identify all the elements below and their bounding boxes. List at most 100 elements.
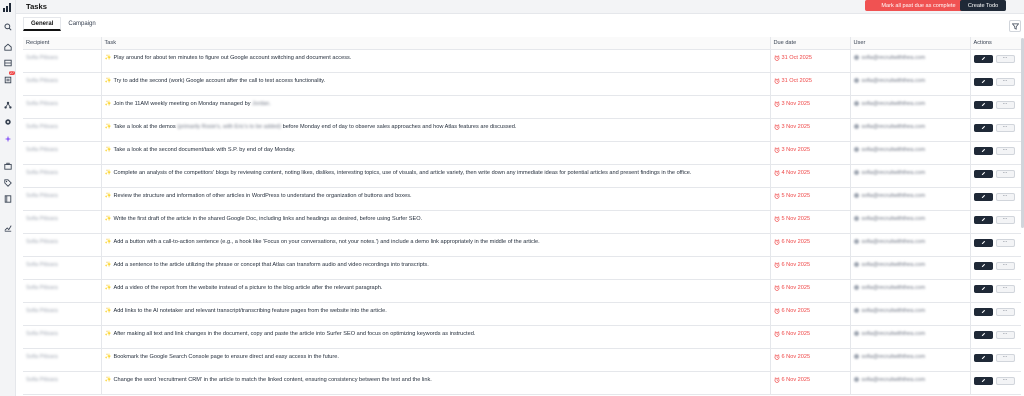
edit-button[interactable] — [973, 261, 993, 270]
column-header-recipient[interactable]: Recipient — [23, 37, 102, 50]
task-cell[interactable]: ✨ Add links to the AI notetaker and relev… — [101, 302, 771, 326]
column-header-due-date[interactable]: Due date — [770, 37, 851, 50]
table-row[interactable]: Sofia Pitisara ✨ Add a video of the report… — [23, 279, 1021, 303]
table-row[interactable]: Sofia Pitisara ✨ Take a look at the demos … — [23, 118, 1021, 142]
alarm-clock-icon — [774, 215, 779, 222]
edit-button[interactable] — [973, 284, 993, 293]
book-icon[interactable] — [3, 194, 13, 204]
mark-past-due-complete-button[interactable]: Mark all past due as complete — [865, 0, 972, 11]
more-options-button[interactable]: ··· — [995, 330, 1015, 339]
edit-button[interactable] — [973, 376, 993, 385]
table-row[interactable]: Sofia Pitisara ✨ Change the word 'recruitm… — [23, 371, 1021, 395]
edit-button[interactable] — [973, 215, 993, 224]
more-options-button[interactable]: ··· — [995, 100, 1015, 109]
user-cell: sofia@recruitwiththea.com — [850, 72, 971, 96]
task-cell[interactable]: ✨ Try to add the second (work) Google acc… — [101, 72, 771, 96]
table-row[interactable]: Sofia Pitisara ✨ Bookmark the Google Searc… — [23, 348, 1021, 372]
edit-button[interactable] — [973, 77, 993, 86]
task-cell[interactable]: ✨ Write the first draft of the article in… — [101, 210, 771, 234]
table-row[interactable]: Sofia Pitisara ✨ Take a look at the second… — [23, 141, 1021, 165]
user-email: sofia@recruitwiththea.com — [861, 261, 926, 268]
task-cell[interactable]: ✨ Play around for about ten minutes to fi… — [101, 49, 771, 73]
edit-button[interactable] — [973, 192, 993, 201]
table-row[interactable]: Sofia Pitisara ✨ Add a sentence to the art… — [23, 256, 1021, 280]
tab-general[interactable]: General — [23, 17, 62, 31]
actions-cell: ··· — [970, 325, 1021, 349]
create-todo-button[interactable]: Create Todo — [960, 0, 1006, 11]
inbox-icon[interactable] — [3, 58, 13, 68]
table-row[interactable]: Sofia Pitisara ✨ Write the first draft of … — [23, 210, 1021, 234]
pencil-icon — [981, 171, 985, 176]
column-header-task[interactable]: Task — [101, 37, 771, 50]
sparkle-icon: ✨ — [104, 146, 112, 153]
edit-button[interactable] — [973, 146, 993, 155]
edit-button[interactable] — [973, 353, 993, 362]
task-cell[interactable]: ✨ Add a sentence to the article utilizing… — [101, 256, 771, 280]
more-options-button[interactable]: ··· — [995, 54, 1015, 63]
task-cell[interactable]: ✨ Add a button with a call-to-action sent… — [101, 233, 771, 257]
actions-cell: ··· — [970, 302, 1021, 326]
task-cell[interactable]: ✨ Review the structure and information of… — [101, 187, 771, 211]
edit-button[interactable] — [973, 123, 993, 132]
more-options-button[interactable]: ··· — [995, 123, 1015, 132]
table-row[interactable]: Sofia Pitisara ✨ Add a button with a call-… — [23, 233, 1021, 257]
network-icon[interactable] — [3, 100, 13, 110]
search-icon[interactable] — [3, 22, 13, 32]
table-row[interactable]: Sofia Pitisara ✨ Add links to the AI notet… — [23, 302, 1021, 326]
more-options-button[interactable]: ··· — [995, 376, 1015, 385]
more-options-button[interactable]: ··· — [995, 261, 1015, 270]
task-cell[interactable]: ✨ Take a look at the demos (primarily Ros… — [101, 118, 771, 142]
user-cell: sofia@recruitwiththea.com — [850, 164, 971, 188]
edit-button[interactable] — [973, 54, 993, 63]
task-cell[interactable]: ✨ Bookmark the Google Search Console page… — [101, 348, 771, 372]
tag-icon[interactable] — [3, 178, 13, 188]
table-row[interactable]: Sofia Pitisara ✨ After making all text and… — [23, 325, 1021, 349]
user-email: sofia@recruitwiththea.com — [861, 192, 926, 199]
more-options-button[interactable]: ··· — [995, 169, 1015, 178]
edit-button[interactable] — [973, 100, 993, 109]
filter-button[interactable] — [1009, 20, 1021, 32]
logo-icon[interactable] — [3, 3, 13, 12]
edit-button[interactable] — [973, 307, 993, 316]
task-cell[interactable]: ✨ After making all text and link changes … — [101, 325, 771, 349]
more-options-button[interactable]: ··· — [995, 238, 1015, 247]
user-avatar-icon — [853, 354, 859, 359]
briefcase-icon[interactable] — [3, 161, 13, 171]
more-options-button[interactable]: ··· — [995, 215, 1015, 224]
pencil-icon — [981, 240, 985, 245]
table-row[interactable]: Sofia Pitisara ✨ Complete an analysis of t… — [23, 164, 1021, 188]
sparkle-icon: ✨ — [104, 100, 112, 107]
tasks-icon[interactable] — [3, 75, 13, 85]
tab-campaign[interactable]: Campaign — [61, 17, 102, 31]
recipient-cell: Sofia Pitisara — [23, 118, 102, 142]
task-cell[interactable]: ✨ Complete an analysis of the competitors… — [101, 164, 771, 188]
recipient-cell: Sofia Pitisara — [23, 95, 102, 119]
due-date-cell: 6 Nov 2025 — [770, 256, 851, 280]
table-row[interactable]: Sofia Pitisara ✨ Review the structure and … — [23, 187, 1021, 211]
table-row[interactable]: Sofia Pitisara ✨ Join the 11AM weekly meet… — [23, 95, 1021, 119]
more-options-button[interactable]: ··· — [995, 77, 1015, 86]
more-options-button[interactable]: ··· — [995, 307, 1015, 316]
more-options-button[interactable]: ··· — [995, 284, 1015, 293]
task-text: Complete an analysis of the competitors'… — [113, 169, 692, 176]
edit-button[interactable] — [973, 330, 993, 339]
analytics-icon[interactable] — [3, 223, 13, 233]
table-row[interactable]: Sofia Pitisara ✨ Play around for about ten… — [23, 49, 1021, 73]
column-header-user[interactable]: User — [850, 37, 971, 50]
user-cell: sofia@recruitwiththea.com — [850, 233, 971, 257]
table-row[interactable]: Sofia Pitisara ✨ Try to add the second (wo… — [23, 72, 1021, 96]
home-icon[interactable] — [3, 42, 13, 52]
more-options-button[interactable]: ··· — [995, 146, 1015, 155]
task-cell[interactable]: ✨ Join the 11AM weekly meeting on Monday … — [101, 95, 771, 119]
more-options-button[interactable]: ··· — [995, 192, 1015, 201]
task-cell[interactable]: ✨ Take a look at the second document/task… — [101, 141, 771, 165]
task-cell[interactable]: ✨ Change the word 'recruitment CRM' in th… — [101, 371, 771, 395]
settings-icon[interactable] — [3, 117, 13, 127]
edit-button[interactable] — [973, 169, 993, 178]
user-cell: sofia@recruitwiththea.com — [850, 279, 971, 303]
task-cell[interactable]: ✨ Add a video of the report from the webs… — [101, 279, 771, 303]
more-icon: ··· — [1002, 170, 1008, 176]
sparkle-icon[interactable] — [3, 134, 13, 144]
edit-button[interactable] — [973, 238, 993, 247]
more-options-button[interactable]: ··· — [995, 353, 1015, 362]
